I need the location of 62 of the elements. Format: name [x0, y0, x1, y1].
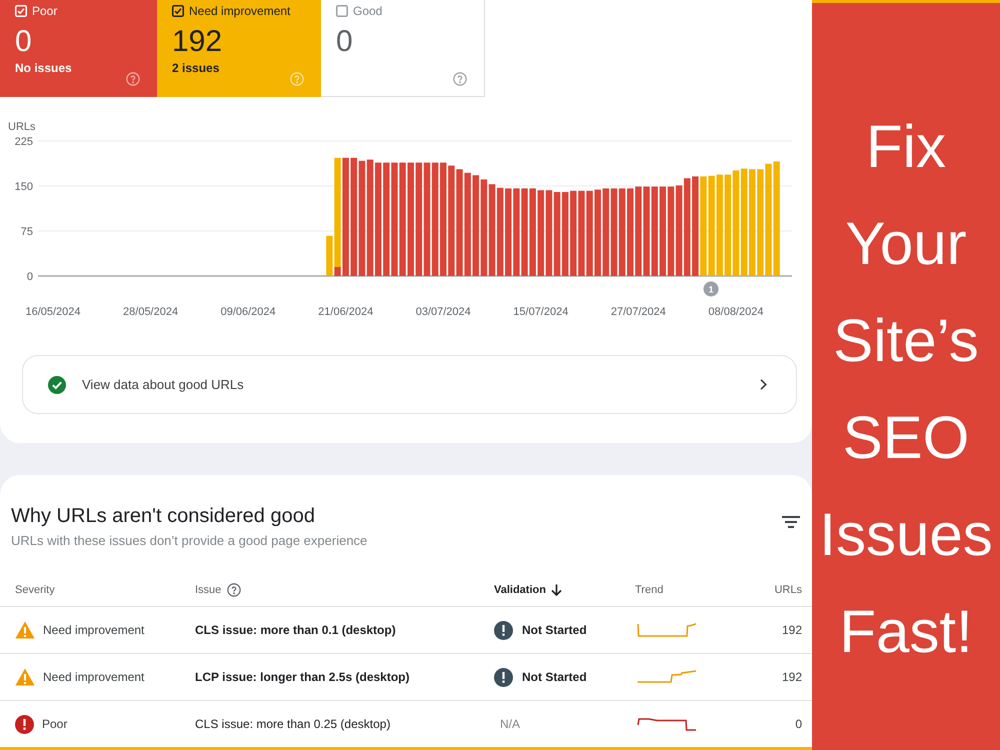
url-count: 0 [795, 716, 802, 733]
exclamation-circle-icon [494, 668, 513, 686]
issue-name[interactable]: CLS issue: more than 0.25 (desktop) [195, 715, 390, 733]
x-tick-label: 08/08/2024 [708, 306, 764, 318]
help-icon[interactable] [227, 583, 242, 597]
trend-sparkline [637, 717, 697, 731]
y-axis-title: URLs [8, 121, 36, 133]
help-icon[interactable] [126, 72, 140, 86]
column-header[interactable]: Validation [494, 582, 562, 598]
banner-headline: Fix Your Site’s SEO Issues Fast! [818, 112, 994, 666]
url-count: 192 [782, 622, 802, 639]
column-header[interactable]: Severity [15, 582, 55, 598]
filter-label: Poor [32, 4, 58, 18]
x-tick-label: 15/07/2024 [513, 306, 568, 318]
x-tick-label: 16/05/2024 [25, 306, 81, 318]
severity-label: Need improvement [43, 669, 144, 686]
good-urls-link[interactable]: View data about good URLs [22, 355, 797, 414]
exclamation-circle-icon [494, 620, 513, 640]
y-tick-label: 75 [20, 226, 33, 238]
help-icon[interactable] [453, 72, 467, 86]
column-header[interactable]: Issue [195, 582, 242, 598]
column-header[interactable]: Trend [635, 582, 664, 598]
exclamation-circle-icon [15, 714, 34, 734]
url-count: 0 [336, 26, 353, 58]
filter-label: Need improvement [189, 4, 290, 18]
url-count: 0 [15, 26, 32, 58]
summary-card[interactable]: Need improvement 192 2 issues [157, 0, 321, 97]
validation-status: Not Started [522, 669, 587, 686]
trend-sparkline [637, 623, 697, 637]
summary-card[interactable]: Good 0 [321, 0, 485, 97]
arrow-down-icon [550, 584, 562, 596]
severity-label: Need improvement [43, 622, 144, 639]
x-tick-label: 21/06/2024 [318, 306, 374, 318]
filter-label: Good [353, 4, 382, 18]
issue-summary: 2 issues [172, 61, 220, 75]
url-count: 192 [172, 26, 222, 58]
validation-status: N/A [500, 716, 520, 733]
checkbox[interactable] [172, 5, 184, 17]
issue-summary: No issues [15, 61, 72, 75]
x-tick-label: 03/07/2024 [416, 306, 471, 318]
filter-icon[interactable] [782, 516, 800, 528]
x-tick-label: 28/05/2024 [123, 306, 178, 318]
y-tick-label: 225 [14, 136, 33, 148]
validation-status: Not Started [522, 622, 587, 639]
url-count: 192 [782, 669, 802, 686]
check-circle-icon [48, 376, 66, 394]
summary-card[interactable]: Poor 0 No issues [0, 0, 157, 97]
checkbox[interactable] [336, 5, 348, 17]
section-subtitle: URLs with these issues don’t provide a good page experience [11, 533, 368, 549]
issue-name[interactable]: CLS issue: more than 0.1 (desktop) [195, 621, 396, 639]
warning-triangle-icon [15, 621, 35, 639]
y-tick-label: 150 [14, 181, 33, 193]
chevron-right-icon [760, 379, 767, 390]
warning-triangle-icon [15, 668, 35, 686]
section-title: Why URLs aren't considered good [11, 504, 316, 528]
y-tick-label: 0 [26, 271, 33, 283]
issue-name[interactable]: LCP issue: longer than 2.5s (desktop) [195, 668, 410, 686]
x-tick-label: 09/06/2024 [220, 306, 276, 318]
x-tick-label: 27/07/2024 [610, 306, 666, 318]
column-header[interactable]: URLs [774, 582, 802, 598]
trend-sparkline [637, 670, 697, 684]
severity-label: Poor [42, 716, 68, 733]
